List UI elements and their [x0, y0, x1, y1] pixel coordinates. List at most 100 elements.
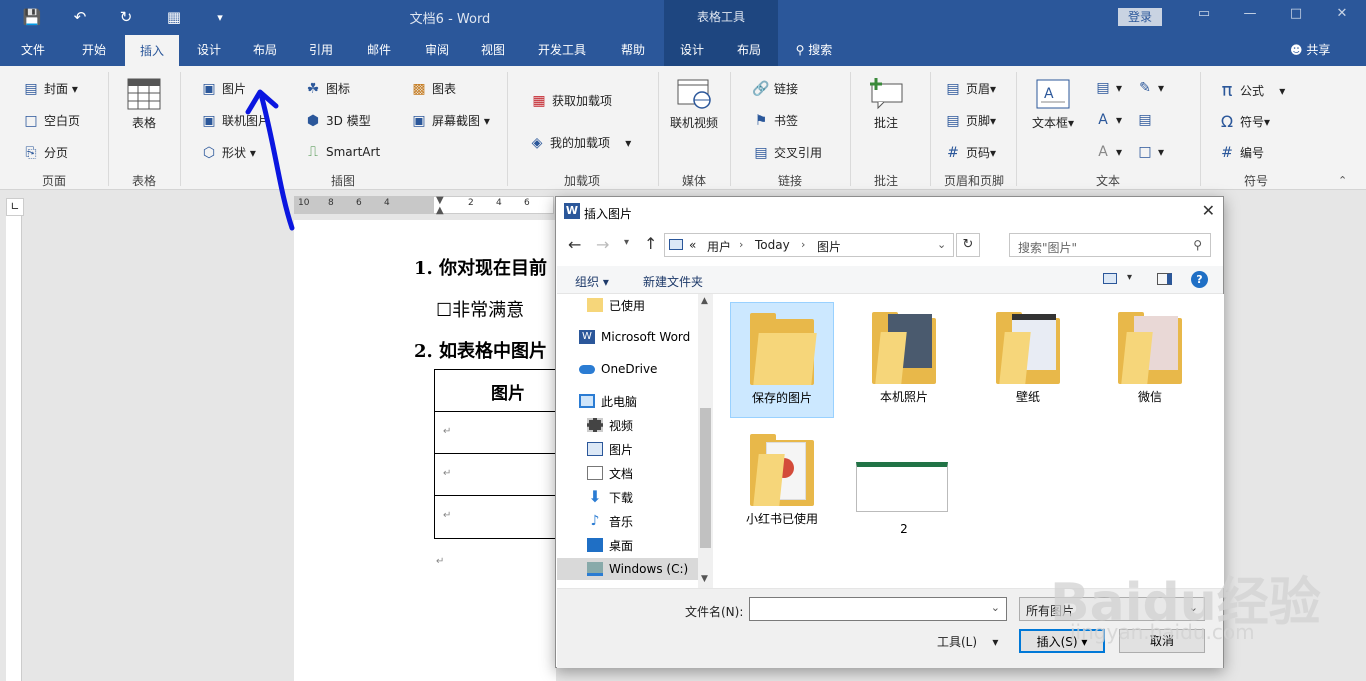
blank-page-button[interactable]: □ 空白页: [22, 112, 80, 129]
nav-item-videos[interactable]: 视频: [587, 414, 633, 436]
cover-page-button[interactable]: ▤ 封面 ▾: [22, 80, 77, 97]
path-segment-pictures[interactable]: 图片: [817, 238, 841, 255]
collapse-ribbon-icon[interactable]: ⌃: [1338, 174, 1347, 187]
cross-reference-button[interactable]: ▤ 交叉引用: [752, 144, 822, 161]
link-button[interactable]: 🔗 链接: [752, 80, 798, 97]
save-icon[interactable]: 💾: [20, 6, 44, 28]
3d-models-button[interactable]: ⬢ 3D 模型: [304, 112, 371, 129]
table-button[interactable]: 表格: [118, 78, 170, 131]
symbol-button[interactable]: Ω 符号 ▾: [1218, 112, 1270, 131]
signature-line-icon[interactable]: ✎ ▾: [1136, 80, 1164, 96]
back-arrow-icon[interactable]: ←: [568, 235, 581, 254]
scroll-thumb[interactable]: [700, 408, 711, 548]
new-folder-button[interactable]: 新建文件夹: [643, 273, 703, 290]
vertical-ruler[interactable]: [6, 216, 22, 681]
chevron-down-icon[interactable]: ⌄: [991, 601, 1000, 614]
file-item-saved-pictures[interactable]: 保存的图片: [730, 302, 834, 418]
organize-menu[interactable]: 组织 ▾: [575, 273, 609, 290]
undo-icon[interactable]: ↶: [68, 6, 92, 28]
search-input[interactable]: 搜索"图片" ⚲: [1009, 233, 1211, 257]
tab-insert[interactable]: 插入: [125, 35, 179, 66]
table-row[interactable]: 图片: [435, 370, 556, 412]
file-item-camera-roll[interactable]: 本机照片: [852, 302, 956, 418]
up-arrow-icon[interactable]: ↑: [644, 234, 657, 253]
tab-table-design[interactable]: 设计: [664, 34, 720, 66]
number-button[interactable]: # 编号: [1218, 144, 1264, 161]
touch-mode-icon[interactable]: ▦: [162, 6, 186, 28]
customize-qat-icon[interactable]: ▾: [208, 6, 232, 28]
file-list[interactable]: 保存的图片 本机照片 壁纸 微信 小红书已使用 2: [714, 294, 1224, 588]
recent-locations-icon[interactable]: ▾: [624, 237, 629, 248]
file-item-2[interactable]: 2: [852, 424, 956, 540]
tab-selector[interactable]: ∟: [6, 198, 24, 216]
scroll-down-icon[interactable]: ▼: [701, 574, 708, 584]
close-icon[interactable]: ✕: [1330, 6, 1354, 26]
nav-item-pictures[interactable]: 图片: [587, 438, 633, 460]
nav-item-used[interactable]: 已使用: [587, 294, 645, 316]
my-addins-button[interactable]: ◈ 我的加载项 ▾: [528, 134, 632, 151]
ribbon-display-icon[interactable]: ▭: [1192, 6, 1216, 26]
bookmark-button[interactable]: ⚑ 书签: [752, 112, 798, 129]
get-addins-button[interactable]: ▦ 获取加载项: [530, 92, 612, 109]
nav-item-downloads[interactable]: ⬇ 下载: [587, 486, 633, 508]
page-number-button[interactable]: # 页码 ▾: [944, 144, 996, 161]
nav-scrollbar[interactable]: ▲ ▼: [698, 294, 713, 588]
icons-button[interactable]: ☘ 图标: [304, 80, 350, 97]
view-options-icon[interactable]: [1103, 273, 1117, 284]
wordart-icon[interactable]: A ▾: [1094, 112, 1122, 128]
tab-view[interactable]: 视图: [470, 34, 516, 66]
view-dropdown-icon[interactable]: ▾: [1127, 272, 1132, 283]
navigation-pane[interactable]: 已使用 W Microsoft Word OneDrive 此电脑 视频 图片 文…: [557, 294, 713, 588]
address-bar[interactable]: « 用户 › Today › 图片 ⌄: [664, 233, 954, 257]
path-segment-today[interactable]: Today: [755, 238, 790, 252]
object-icon[interactable]: □ ▾: [1136, 144, 1164, 160]
tab-file[interactable]: 文件: [10, 34, 56, 66]
path-segment-users[interactable]: 用户: [707, 238, 731, 255]
tab-references[interactable]: 引用: [298, 34, 344, 66]
tab-layout[interactable]: 布局: [242, 34, 288, 66]
indent-marker[interactable]: ▼ ▲: [436, 196, 446, 220]
tab-mailings[interactable]: 邮件: [356, 34, 402, 66]
maximize-icon[interactable]: □: [1284, 6, 1308, 26]
tab-developer[interactable]: 开发工具: [528, 34, 596, 66]
help-icon[interactable]: ?: [1191, 271, 1208, 288]
tab-design[interactable]: 设计: [186, 34, 232, 66]
scroll-up-icon[interactable]: ▲: [701, 296, 708, 306]
nav-item-windows-c[interactable]: Windows (C:): [557, 558, 698, 580]
document-table[interactable]: 图片 ↵ ↵ ↵: [434, 369, 556, 539]
quick-parts-icon[interactable]: ▤ ▾: [1094, 80, 1122, 96]
page-break-button[interactable]: ⎘ 分页: [22, 144, 68, 161]
date-time-icon[interactable]: ▤: [1136, 112, 1158, 128]
screenshot-button[interactable]: ▣ 屏幕截图 ▾: [410, 112, 489, 129]
table-row[interactable]: ↵: [435, 454, 556, 496]
tab-table-layout[interactable]: 布局: [720, 34, 778, 66]
tab-review[interactable]: 审阅: [414, 34, 460, 66]
nav-item-desktop[interactable]: 桌面: [587, 534, 633, 556]
nav-item-documents[interactable]: 文档: [587, 462, 633, 484]
tools-menu[interactable]: 工具(L) ▾: [937, 633, 998, 650]
refresh-icon[interactable]: ↻: [956, 233, 980, 257]
table-row[interactable]: ↵: [435, 496, 556, 538]
file-item-wallpapers[interactable]: 壁纸: [976, 302, 1080, 418]
table-row[interactable]: ↵: [435, 412, 556, 454]
equation-button[interactable]: π 公式 ▾: [1218, 80, 1286, 101]
minimize-icon[interactable]: —: [1238, 6, 1262, 26]
nav-item-this-pc[interactable]: 此电脑: [579, 390, 637, 412]
chevron-down-icon[interactable]: ⌄: [937, 238, 946, 251]
close-icon[interactable]: ✕: [1202, 201, 1215, 220]
tab-help[interactable]: 帮助: [610, 34, 656, 66]
nav-item-word[interactable]: W Microsoft Word: [579, 326, 690, 348]
preview-pane-icon[interactable]: [1157, 273, 1172, 285]
header-button[interactable]: ▤ 页眉 ▾: [944, 80, 996, 97]
path-overflow[interactable]: «: [689, 238, 696, 252]
text-box-button[interactable]: A 文本框▾: [1028, 78, 1078, 131]
drop-cap-icon[interactable]: A ▾: [1094, 144, 1122, 160]
nav-item-music[interactable]: ♪ 音乐: [587, 510, 633, 532]
share-button[interactable]: ☻ 共享: [1290, 34, 1330, 66]
nav-item-onedrive[interactable]: OneDrive: [579, 358, 657, 380]
tab-home[interactable]: 开始: [70, 34, 118, 66]
file-item-wechat[interactable]: 微信: [1098, 302, 1202, 418]
file-item-xiaohongshu[interactable]: 小红书已使用: [730, 424, 834, 540]
tab-search[interactable]: ⚲ 搜索: [788, 34, 840, 66]
login-button[interactable]: 登录: [1118, 8, 1162, 26]
